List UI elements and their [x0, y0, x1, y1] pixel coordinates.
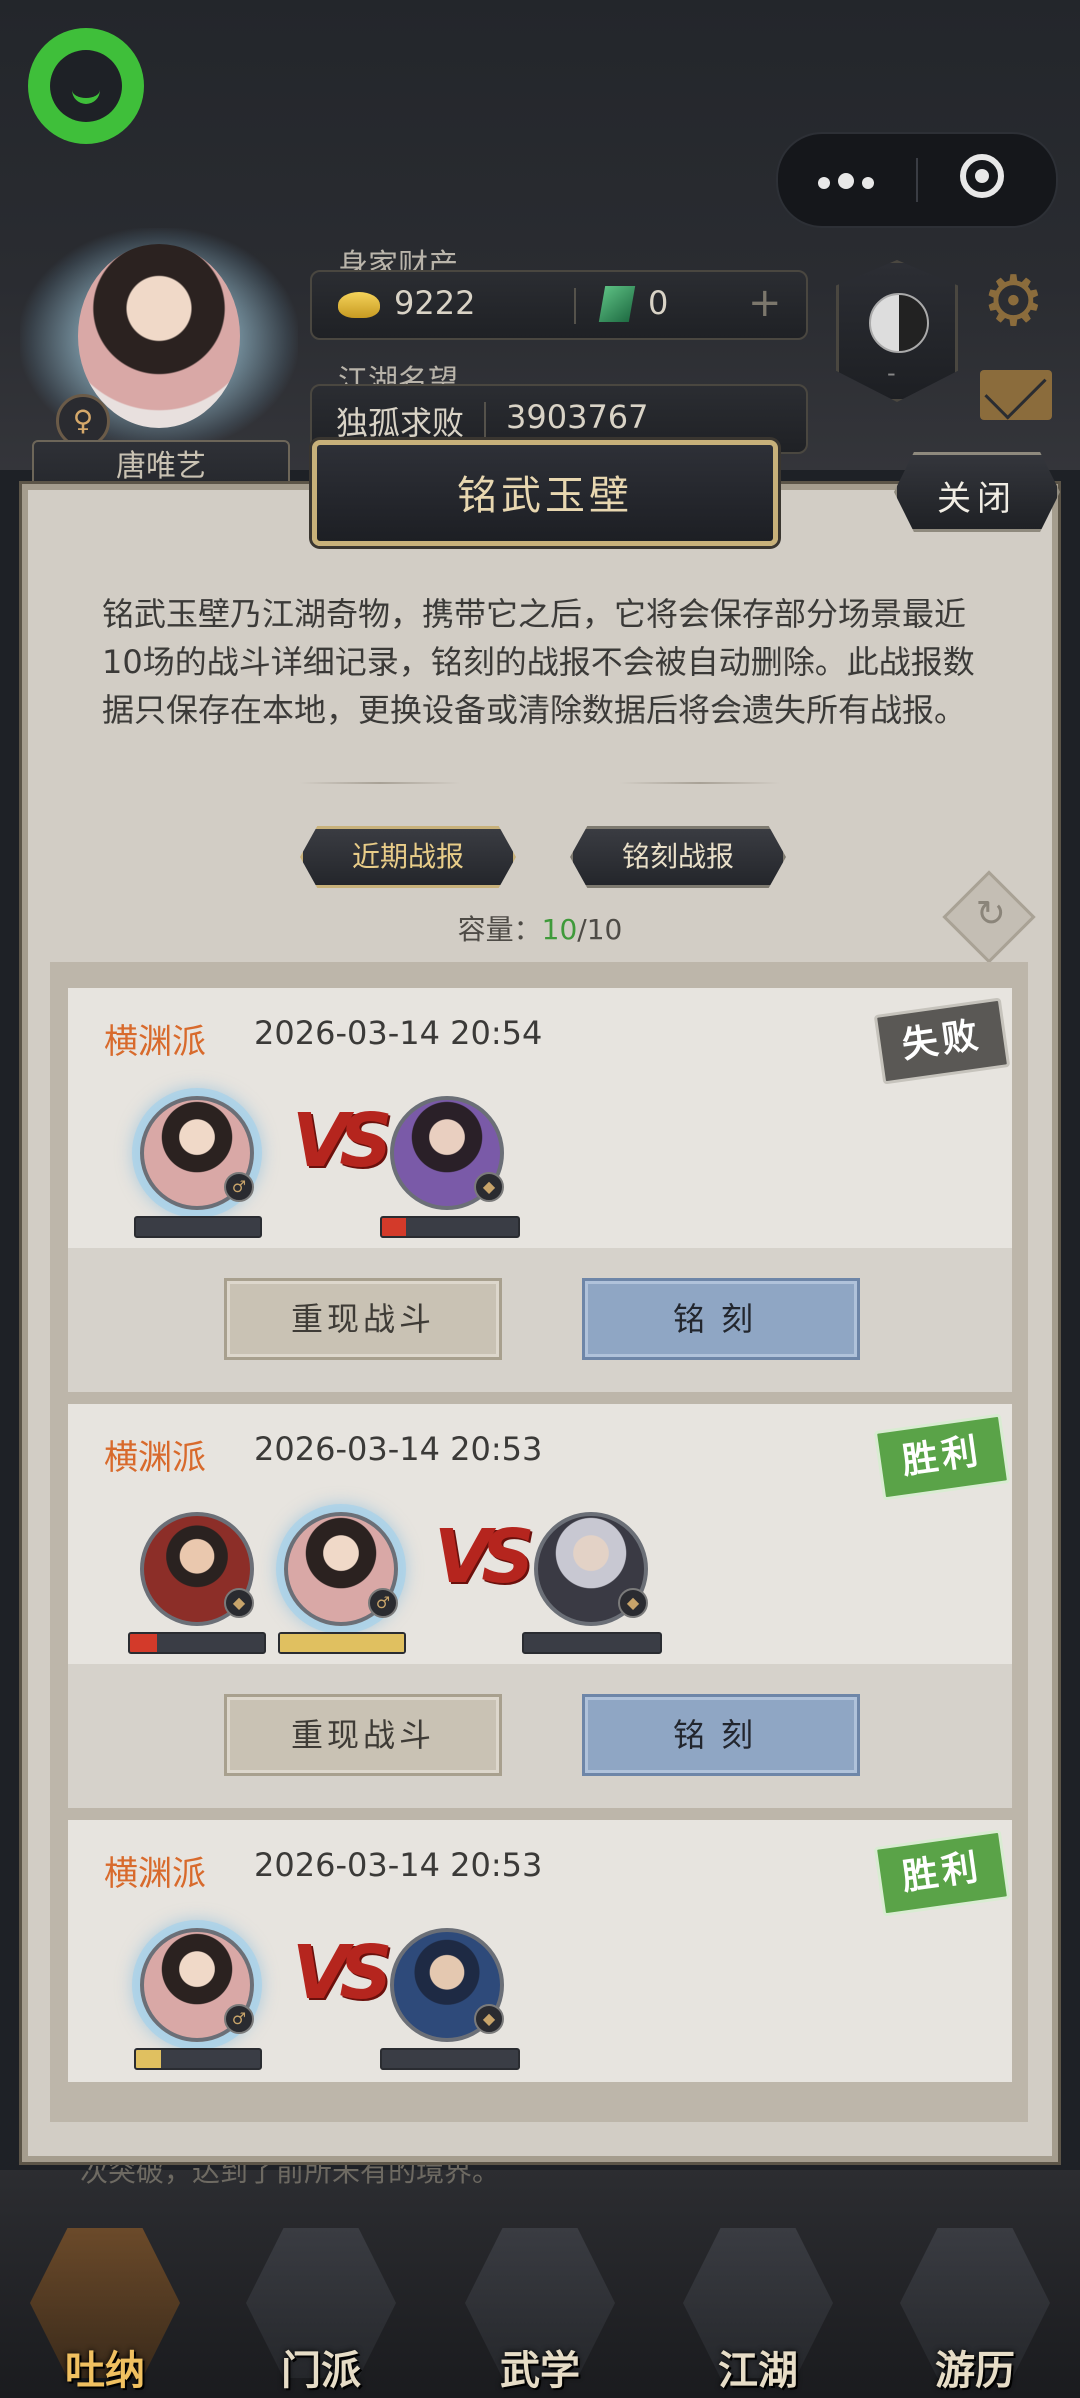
modal-title-plate: 铭武玉壁: [312, 440, 778, 546]
result-badge: 胜利: [873, 1413, 1011, 1501]
gold-amount: 9222: [394, 284, 476, 322]
close-target-icon[interactable]: [960, 154, 1004, 198]
ally-portrait[interactable]: ♂: [284, 1512, 398, 1626]
sect-icon: ◆: [224, 1588, 254, 1618]
sect-icon: ◆: [618, 1588, 648, 1618]
fame-title: 独孤求败: [336, 404, 465, 442]
battle-time: 2026-03-14 20:54: [254, 1014, 543, 1052]
gear-icon[interactable]: ⚙: [982, 266, 1052, 336]
gold-ingot-icon: [338, 292, 380, 318]
hp-bar: [128, 1632, 266, 1654]
hp-bar: [522, 1632, 662, 1654]
ally-portrait[interactable]: ◆: [140, 1512, 254, 1626]
mini-program-capsule: [776, 132, 1058, 228]
taiji-icon: [869, 293, 929, 353]
card-actions: 重现战斗 铭刻: [68, 1248, 1012, 1392]
enemy-portrait[interactable]: ◆: [390, 1928, 504, 2042]
hp-bar: [380, 2048, 520, 2070]
sect-icon: ◆: [474, 2004, 504, 2034]
capacity-indicator: 容量：10/10: [457, 913, 623, 946]
divider: [300, 782, 460, 784]
battle-card: 横渊派 2026-03-14 20:53 胜利 ♂ VS ◆: [68, 1820, 1012, 2082]
more-icon[interactable]: [818, 173, 898, 189]
male-icon: ♂: [224, 1172, 254, 1202]
nav-jianghu[interactable]: 江湖: [673, 2228, 843, 2398]
sect-icon: ◆: [474, 1172, 504, 1202]
fame-value: 3903767: [506, 398, 649, 436]
ally-portrait[interactable]: ♂: [140, 1096, 254, 1210]
player-avatar[interactable]: ♀: [20, 228, 298, 450]
replay-battle-button[interactable]: 重现战斗: [224, 1694, 502, 1776]
replay-battle-button[interactable]: 重现战斗: [224, 1278, 502, 1360]
engrave-button[interactable]: 铭刻: [582, 1694, 860, 1776]
battle-card: 横渊派 2026-03-14 20:53 胜利 ◆ ♂ VS ◆ 重现战斗 铭刻: [68, 1404, 1012, 1808]
battle-card: 横渊派 2026-03-14 20:54 失败 ♂ VS ◆ 重现战斗 铭刻: [68, 988, 1012, 1392]
school-name: 横渊派: [104, 1022, 206, 1062]
versus-mark: VS: [292, 1098, 393, 1184]
hp-bar: [134, 1216, 262, 1238]
add-currency-icon[interactable]: +: [748, 280, 782, 326]
taiji-level: -: [887, 359, 896, 387]
versus-mark: VS: [292, 1930, 393, 2016]
divider: [620, 782, 780, 784]
school-name: 横渊派: [104, 1854, 206, 1894]
enemy-portrait[interactable]: ◆: [534, 1512, 648, 1626]
ally-portrait[interactable]: ♂: [140, 1928, 254, 2042]
jade-amount: 0: [648, 284, 669, 322]
refresh-icon: ↻: [975, 893, 1006, 935]
versus-mark: VS: [434, 1514, 535, 1600]
avatar: [78, 244, 240, 428]
card-actions: 重现战斗 铭刻: [68, 1664, 1012, 1808]
nav-tuna[interactable]: 吐纳: [20, 2228, 190, 2398]
chat-logo-icon[interactable]: [28, 28, 144, 144]
result-badge: 胜利: [873, 1829, 1011, 1917]
enemy-portrait[interactable]: ◆: [390, 1096, 504, 1210]
hp-bar: [278, 1632, 406, 1654]
nav-youli[interactable]: 游历: [890, 2228, 1060, 2398]
nav-menpai[interactable]: 门派: [236, 2228, 406, 2398]
modal-title: 铭武玉壁: [457, 473, 633, 519]
jade-icon: [598, 286, 636, 322]
close-button[interactable]: 关闭: [894, 452, 1060, 532]
tab-recent-reports[interactable]: 近期战报: [300, 826, 516, 888]
battle-time: 2026-03-14 20:53: [254, 1846, 543, 1884]
wealth-bar: 9222 0 +: [310, 270, 808, 340]
hp-bar: [134, 2048, 262, 2070]
modal-description: 铭武玉壁乃江湖奇物，携带它之后，它将会保存部分场景最近10场的战斗详细记录，铭刻…: [102, 595, 975, 729]
mail-icon[interactable]: [980, 370, 1052, 420]
school-name: 横渊派: [104, 1438, 206, 1478]
nav-wuxue[interactable]: 武学: [455, 2228, 625, 2398]
battle-time: 2026-03-14 20:53: [254, 1430, 543, 1468]
male-icon: ♂: [368, 1588, 398, 1618]
male-icon: ♂: [224, 2004, 254, 2034]
hp-bar: [380, 1216, 520, 1238]
result-badge: 失败: [873, 997, 1011, 1085]
engrave-button[interactable]: 铭刻: [582, 1278, 860, 1360]
tab-engraved-reports[interactable]: 铭刻战报: [570, 826, 786, 888]
